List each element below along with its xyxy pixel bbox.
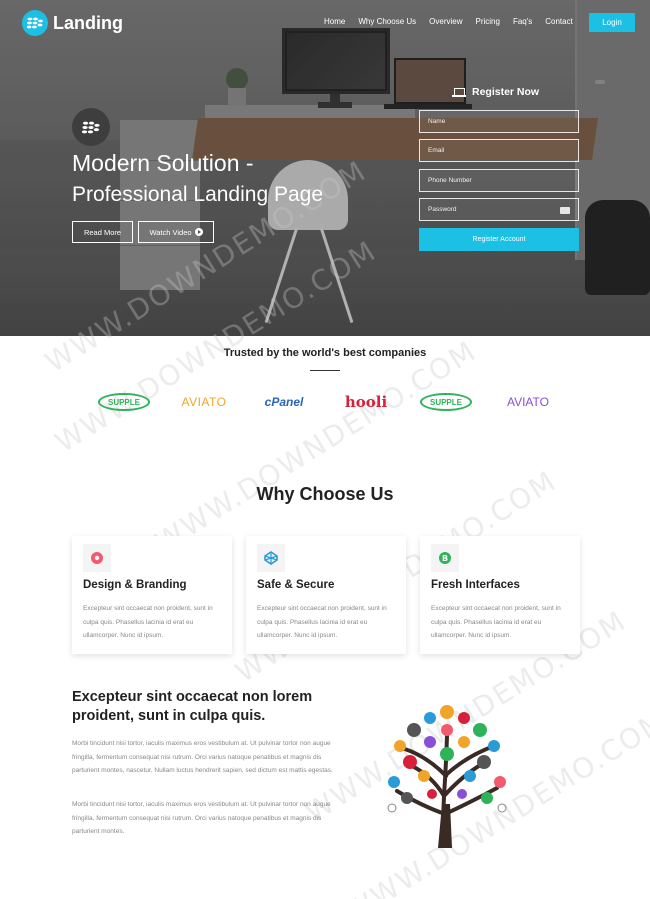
brand-logo-hooli: hooli [344, 393, 388, 411]
nav-item-overview[interactable]: Overview [429, 17, 462, 26]
feature-card-interfaces: B Fresh Interfaces Excepteur sint occaec… [420, 536, 580, 654]
about-title: Excepteur sint occaecat non lorem proide… [72, 689, 313, 724]
name-placeholder: Name [428, 118, 446, 125]
feature-text: Excepteur sint occaecat non proident, su… [431, 605, 561, 639]
bitcoin-icon: B [431, 544, 459, 572]
register-title: Register Now [452, 86, 540, 98]
about-paragraph: Morbi tincidunt nisi tortor, iaculis max… [72, 740, 333, 774]
feature-text: Excepteur sint occaecat non proident, su… [83, 605, 213, 639]
name-input[interactable]: Name [419, 110, 579, 133]
feature-card-design: Design & Branding Excepteur sint occaeca… [72, 536, 232, 654]
login-button[interactable]: Login [589, 13, 635, 32]
brand-logo-aviato: AVIATO [181, 395, 227, 409]
brand-logo[interactable]: Landing [22, 10, 123, 36]
palette-icon [83, 544, 111, 572]
codepen-icon [257, 544, 285, 572]
register-title-text: Register Now [472, 86, 540, 98]
nav-item-contact[interactable]: Contact [545, 17, 573, 26]
read-more-label: Read More [83, 227, 122, 237]
brand-logo-supple: SUPPLE [420, 393, 472, 411]
watch-video-label: Watch Video [149, 227, 192, 237]
why-choose-us-title: Why Choose Us [256, 484, 394, 504]
read-more-button[interactable]: Read More [72, 221, 133, 243]
trusted-divider [310, 370, 340, 371]
nav-item-why-choose-us[interactable]: Why Choose Us [358, 17, 416, 26]
email-input[interactable]: Email [419, 139, 579, 162]
feature-title: Design & Branding [83, 579, 187, 591]
tree-icons-illustration [372, 696, 522, 850]
password-placeholder: Password [428, 206, 457, 213]
blackberry-icon [22, 10, 48, 36]
about-paragraph: Morbi tincidunt nisi tortor, iaculis max… [72, 801, 331, 835]
key-icon [560, 207, 570, 214]
hero-title: Modern Solution - [72, 150, 254, 176]
email-placeholder: Email [428, 147, 445, 154]
feature-title: Fresh Interfaces [431, 579, 520, 591]
brand-logo-cpanel: cPanel [264, 395, 304, 409]
feature-title: Safe & Secure [257, 579, 335, 591]
trusted-title: Trusted by the world's best companies [223, 347, 427, 359]
main-nav: Home Why Choose Us Overview Pricing Faq'… [324, 17, 586, 26]
nav-item-home[interactable]: Home [324, 17, 345, 26]
feature-card-secure: Safe & Secure Excepteur sint occaecat no… [246, 536, 406, 654]
laptop-icon [452, 88, 466, 97]
feature-text: Excepteur sint occaecat non proident, su… [257, 605, 387, 639]
play-circle-icon [194, 228, 203, 236]
phone-input[interactable]: Phone Number [419, 169, 579, 192]
brand-name: Landing [53, 12, 123, 33]
blackberry-icon [72, 108, 110, 146]
password-input[interactable]: Password [419, 198, 579, 221]
watch-video-button[interactable]: Watch Video [138, 221, 214, 243]
register-account-button[interactable]: Register Account [419, 228, 579, 251]
brand-logo-aviato: AVIATO [506, 395, 549, 409]
nav-item-pricing[interactable]: Pricing [475, 17, 499, 26]
hero-subtitle: Professional Landing Page [72, 183, 324, 206]
phone-placeholder: Phone Number [428, 177, 472, 184]
brand-logo-supple: SUPPLE [98, 393, 150, 411]
nav-item-faqs[interactable]: Faq's [513, 17, 532, 26]
svg-text:B: B [442, 554, 448, 563]
